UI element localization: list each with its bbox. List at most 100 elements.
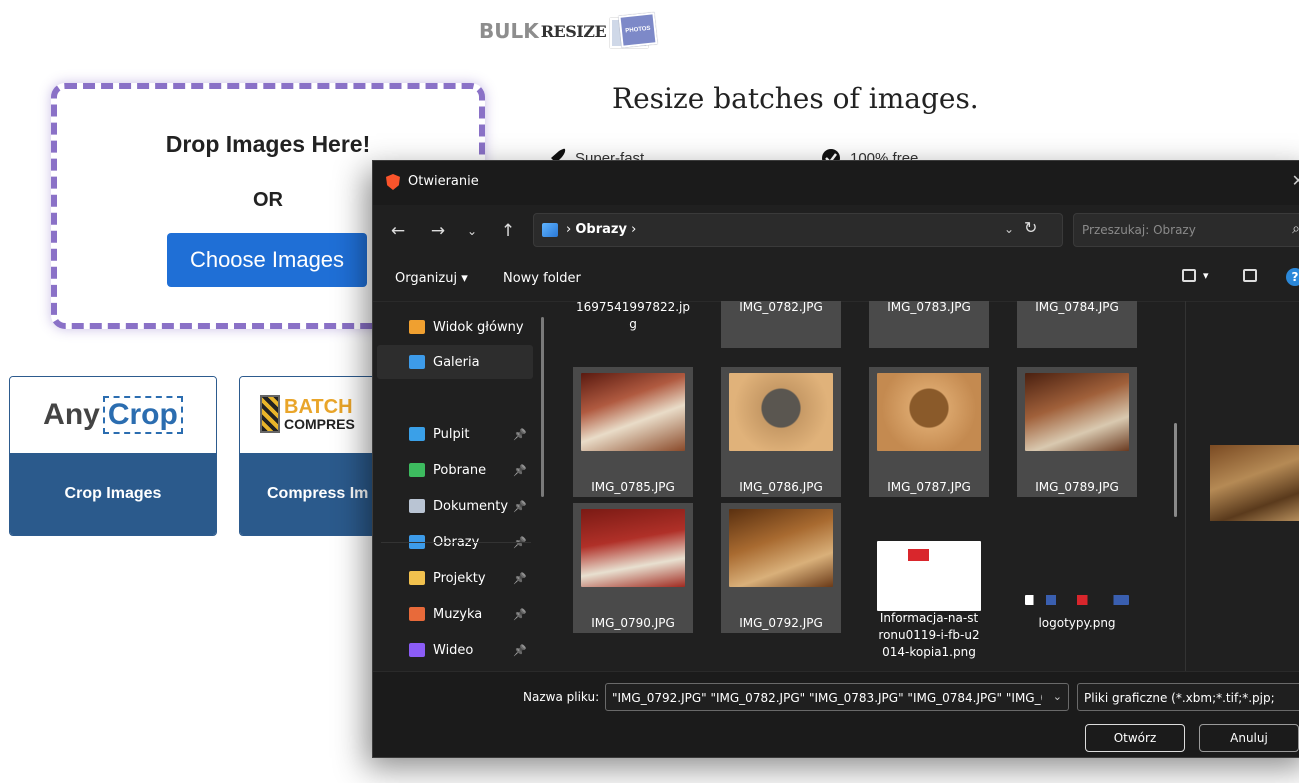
anycrop-logo-any: Any — [43, 398, 100, 431]
filetype-value: Pliki graficzne (*.xbm;*.tif;*.pjp; — [1084, 691, 1275, 705]
pin-icon: 📌 — [513, 499, 527, 513]
dialog-titlebar[interactable]: Otwieranie ✕ — [373, 161, 1299, 205]
compress-logo-text: COMPRES — [284, 416, 355, 432]
sidebar-item-galeria[interactable]: Galeria — [377, 345, 533, 379]
file-name: IMG_0785.JPG — [591, 480, 675, 494]
help-icon[interactable]: ? — [1286, 268, 1299, 286]
new-folder-button[interactable]: Nowy folder — [503, 271, 581, 286]
sidebar-item-widok-główny[interactable]: Widok główny — [377, 310, 533, 344]
sidebar-item-muzyka[interactable]: Muzyka 📌 — [377, 597, 533, 631]
sidebar-item-pulpit[interactable]: Pulpit 📌 — [377, 417, 533, 451]
forward-arrow-icon[interactable]: → — [425, 218, 451, 244]
anycrop-card[interactable]: Any Crop Crop Images — [9, 376, 217, 536]
filename-label: Nazwa pliku: — [523, 690, 600, 704]
gallery-icon — [409, 355, 425, 369]
pin-icon: 📌 — [513, 571, 527, 585]
file-item[interactable]: IMG_0790.JPG — [573, 503, 693, 633]
logo-photos-icon: PHOTOS — [608, 12, 658, 50]
batch-logo-text: BATCH — [284, 396, 353, 418]
sidebar-item-label: Pobrane — [433, 462, 487, 478]
open-button[interactable]: Otwórz — [1085, 724, 1185, 752]
breadcrumb-obrazy[interactable]: Obrazy — [575, 222, 627, 237]
file-item[interactable]: IMG_0787.JPG — [869, 367, 989, 497]
crop-images-label: Crop Images — [10, 453, 216, 535]
sidebar-item-projekty[interactable]: Projekty 📌 — [377, 561, 533, 595]
file-item[interactable]: IMG_0784.JPG — [1017, 301, 1137, 348]
dialog-footer: Nazwa pliku: "IMG_0792.JPG" "IMG_0782.JP… — [373, 671, 1299, 757]
compress-clamp-icon — [260, 395, 280, 433]
choose-images-button[interactable]: Choose Images — [167, 233, 367, 287]
file-name: IMG_0784.JPG — [1035, 301, 1119, 314]
dialog-title: Otwieranie — [408, 174, 479, 189]
anycrop-logo-crop: Crop — [102, 396, 183, 434]
file-list-scrollbar[interactable] — [1174, 423, 1177, 517]
file-item[interactable]: IMG_0786.JPG — [721, 367, 841, 497]
file-item[interactable]: IMG_0792.JPG — [721, 503, 841, 633]
navigation-scrollbar[interactable] — [541, 317, 544, 497]
cancel-button[interactable]: Anuluj — [1199, 724, 1299, 752]
pin-icon: 📌 — [513, 427, 527, 441]
address-dropdown-icon[interactable]: ⌄ — [1004, 222, 1014, 236]
file-name: Informacja-na-st ronu0119-i-fb-u2 014-ko… — [878, 611, 980, 659]
filetype-select[interactable]: Pliki graficzne (*.xbm;*.tif;*.pjp; ⌄ — [1077, 683, 1299, 711]
file-item[interactable]: logotypy.png — [1017, 503, 1137, 633]
pin-icon: 📌 — [513, 607, 527, 621]
sidebar-item-label: Galeria — [433, 354, 480, 370]
chevron-down-icon[interactable]: ⌄ — [1053, 690, 1062, 703]
file-item[interactable]: IMG_0782.JPG — [721, 301, 841, 348]
back-arrow-icon[interactable]: ← — [385, 218, 411, 244]
recent-locations-chevron-icon[interactable]: ⌄ — [459, 218, 485, 244]
logo-photos-badge: PHOTOS — [618, 12, 658, 48]
site-logo[interactable]: BULK RESIZE PHOTOS — [479, 9, 658, 53]
filename-value: "IMG_0792.JPG" "IMG_0782.JPG" "IMG_0783.… — [612, 691, 1042, 705]
up-arrow-icon[interactable]: ↑ — [495, 218, 521, 244]
breadcrumb[interactable]: › Obrazy › — [566, 222, 636, 237]
sidebar-item-label: Wideo — [433, 642, 474, 658]
dropzone-title: Drop Images Here! — [165, 131, 371, 157]
view-dropdown-icon[interactable]: ▾ — [1203, 269, 1209, 282]
change-view-icon[interactable] — [1182, 269, 1196, 282]
logo-bulk-text: BULK — [479, 19, 539, 43]
file-item[interactable]: IMG_0785.JPG — [573, 367, 693, 497]
file-item[interactable]: IMG_0783.JPG — [869, 301, 989, 348]
brave-browser-icon — [386, 174, 400, 190]
documents-icon — [409, 499, 425, 513]
file-name: IMG_0789.JPG — [1035, 480, 1119, 494]
preview-image — [1210, 445, 1299, 521]
file-item[interactable]: IMG_0789.JPG — [1017, 367, 1137, 497]
file-open-dialog[interactable]: Otwieranie ✕ ← → ⌄ ↑ › Obrazy › ⌄ ↻ Prze… — [372, 160, 1299, 758]
sidebar-item-dokumenty[interactable]: Dokumenty 📌 — [377, 489, 533, 523]
logo-resize-text: RESIZE — [540, 21, 607, 41]
pictures-folder-icon — [542, 223, 558, 237]
music-icon — [409, 607, 425, 621]
file-thumbnail — [729, 373, 833, 451]
organize-menu[interactable]: Organizuj ▾ — [395, 271, 468, 286]
batch-compress-logo: BATCH COMPRES — [260, 395, 355, 433]
folder-icon — [409, 571, 425, 585]
navigation-pane: Widok główny Galeria Pulpit 📌 Pobrane 📌 Dokume… — [373, 301, 543, 671]
file-thumbnail — [581, 373, 685, 451]
search-placeholder: Przeszukaj: Obrazy — [1082, 223, 1196, 237]
file-thumbnail — [1025, 595, 1129, 605]
preview-pane — [1185, 301, 1299, 671]
file-thumbnail — [1025, 373, 1129, 451]
search-icon[interactable]: ⌕ — [1292, 221, 1299, 237]
file-item[interactable]: 1697541997822.jp g — [573, 301, 693, 348]
refresh-icon[interactable]: ↻ — [1024, 218, 1037, 237]
search-box[interactable]: Przeszukaj: Obrazy ⌕ — [1073, 213, 1299, 247]
sidebar-item-pobrane[interactable]: Pobrane 📌 — [377, 453, 533, 487]
file-name: IMG_0790.JPG — [591, 616, 675, 630]
sidebar-item-wideo[interactable]: Wideo 📌 — [377, 633, 533, 667]
home-icon — [409, 320, 425, 334]
file-thumbnail — [877, 373, 981, 451]
filename-input[interactable]: "IMG_0792.JPG" "IMG_0782.JPG" "IMG_0783.… — [605, 683, 1069, 711]
anycrop-logo: Any Crop — [43, 396, 183, 434]
file-list: 1697541997822.jp g IMG_0782.JPG IMG_0783.J… — [563, 301, 1183, 671]
desktop-icon — [409, 427, 425, 441]
file-item[interactable]: Informacja-na-st ronu0119-i-fb-u2 014-ko… — [869, 503, 989, 659]
address-bar[interactable]: › Obrazy › ⌄ — [533, 213, 1063, 247]
file-thumbnail — [877, 541, 981, 611]
file-name: 1697541997822.jp g — [575, 301, 691, 331]
close-icon[interactable]: ✕ — [1292, 171, 1299, 190]
preview-pane-icon[interactable] — [1243, 269, 1257, 282]
